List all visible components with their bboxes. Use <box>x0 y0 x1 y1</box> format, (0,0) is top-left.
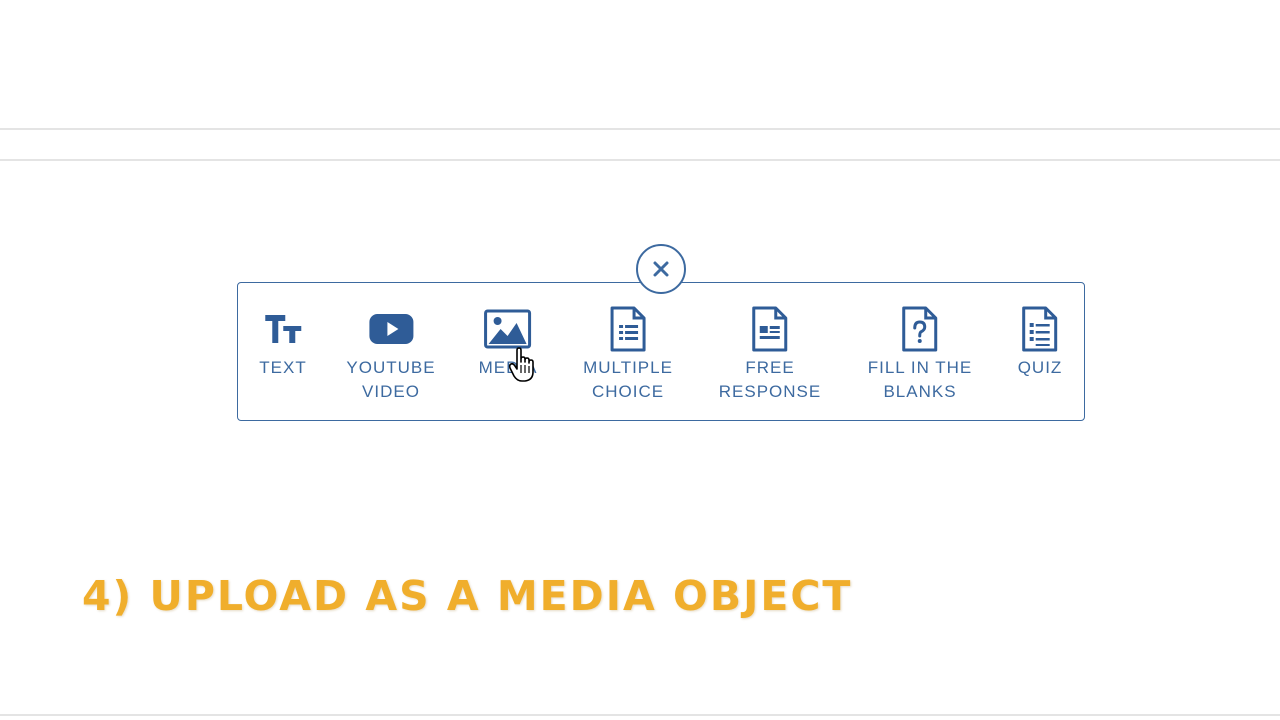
youtube-play-icon <box>369 314 413 344</box>
option-text[interactable]: TEXT <box>259 306 306 380</box>
divider-bottom <box>0 714 1280 716</box>
option-quiz[interactable]: QUIZ <box>1018 306 1063 380</box>
option-multiple-choice[interactable]: MULTIPLE CHOICE <box>583 306 673 404</box>
option-youtube-video[interactable]: YOUTUBE VIDEO <box>346 306 435 404</box>
option-label: MULTIPLE CHOICE <box>583 358 673 401</box>
option-label: TEXT <box>259 358 307 377</box>
close-icon <box>653 261 669 277</box>
divider-top <box>0 128 1280 130</box>
document-response-icon <box>752 306 788 352</box>
option-label: QUIZ <box>1017 358 1063 377</box>
document-question-icon <box>902 306 938 352</box>
option-label: YOUTUBE VIDEO <box>346 358 436 401</box>
image-icon <box>484 309 532 349</box>
close-picker-button[interactable] <box>636 244 686 294</box>
divider-second <box>0 159 1280 161</box>
option-label: FILL IN THE BLANKS <box>867 358 973 401</box>
instruction-caption: 4) UPLOAD AS A MEDIA OBJECT <box>82 572 853 620</box>
text-type-icon <box>264 315 301 343</box>
hand-cursor-icon <box>508 347 538 388</box>
document-quiz-icon <box>1022 306 1058 352</box>
option-label: FREE RESPONSE <box>718 358 822 401</box>
option-free-response[interactable]: FREE RESPONSE <box>719 306 821 404</box>
document-list-icon <box>610 306 646 352</box>
option-fill-in-the-blanks[interactable]: FILL IN THE BLANKS <box>868 306 973 404</box>
